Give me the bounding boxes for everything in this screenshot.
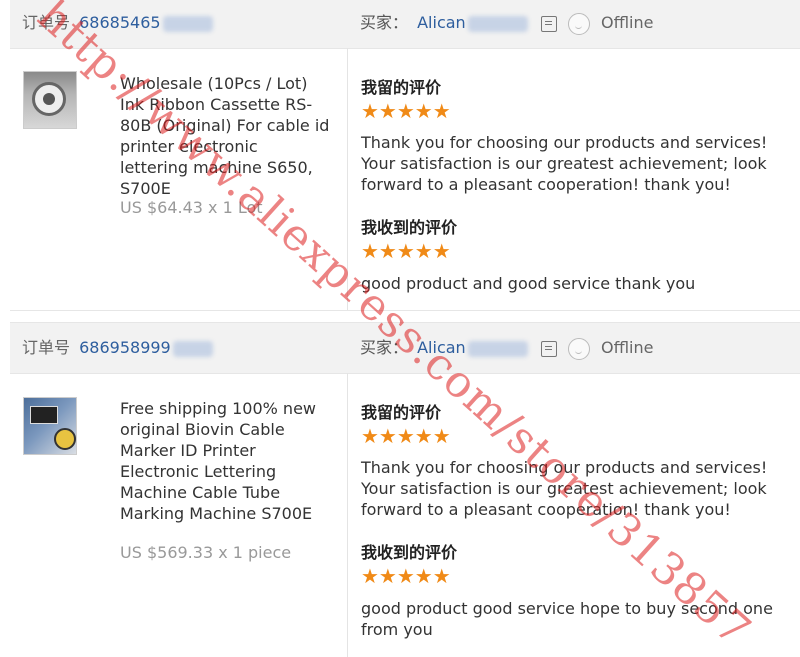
received-review-stars: ★★★★★ [361,239,451,263]
received-review-label: 我收到的评价 [361,543,458,562]
online-status: Offline [600,338,654,357]
my-review-stars: ★★★★★ [361,99,451,123]
my-review-label: 我留的评价 [361,403,442,422]
column-divider [347,373,348,657]
product-thumbnail[interactable] [23,71,77,129]
order-number-label: 订单号 [22,338,71,357]
product-thumbnail[interactable] [23,397,77,455]
received-review-text: good product and good service thank you [361,274,696,293]
online-status: Offline [600,13,654,32]
order-number-link[interactable]: 686958999 [79,338,171,357]
tape-reel-image [54,428,76,450]
buyer-name-link[interactable]: Alican [417,13,466,32]
printer-image [30,406,58,424]
order-header: 订单号 68685465 买家： Alican Offline [10,0,800,49]
received-review-label: 我收到的评价 [361,218,458,237]
redacted-blur [467,15,528,32]
buyer-area: 买家： Alican Offline [360,0,653,48]
my-review-text: Thank you for choosing our products and … [361,133,768,194]
message-icon[interactable] [540,15,557,32]
product-title-link[interactable]: Free shipping 100% new original Biovin C… [120,398,330,524]
order-number-area: 订单号 686958999 [22,323,213,373]
my-review-stars: ★★★★★ [361,424,451,448]
buyer-label: 买家： [360,13,409,32]
wangwang-offline-icon[interactable] [567,337,590,360]
message-icon[interactable] [540,340,557,357]
ribbon-cassette-image [32,82,66,116]
product-price: US $569.33 x 1 piece [120,543,292,562]
my-review-label: 我留的评价 [361,78,442,97]
redacted-blur [162,15,213,32]
wangwang-offline-icon[interactable] [567,12,590,35]
redacted-blur [467,340,528,357]
redacted-blur [172,340,213,357]
received-review-stars: ★★★★★ [361,564,451,588]
